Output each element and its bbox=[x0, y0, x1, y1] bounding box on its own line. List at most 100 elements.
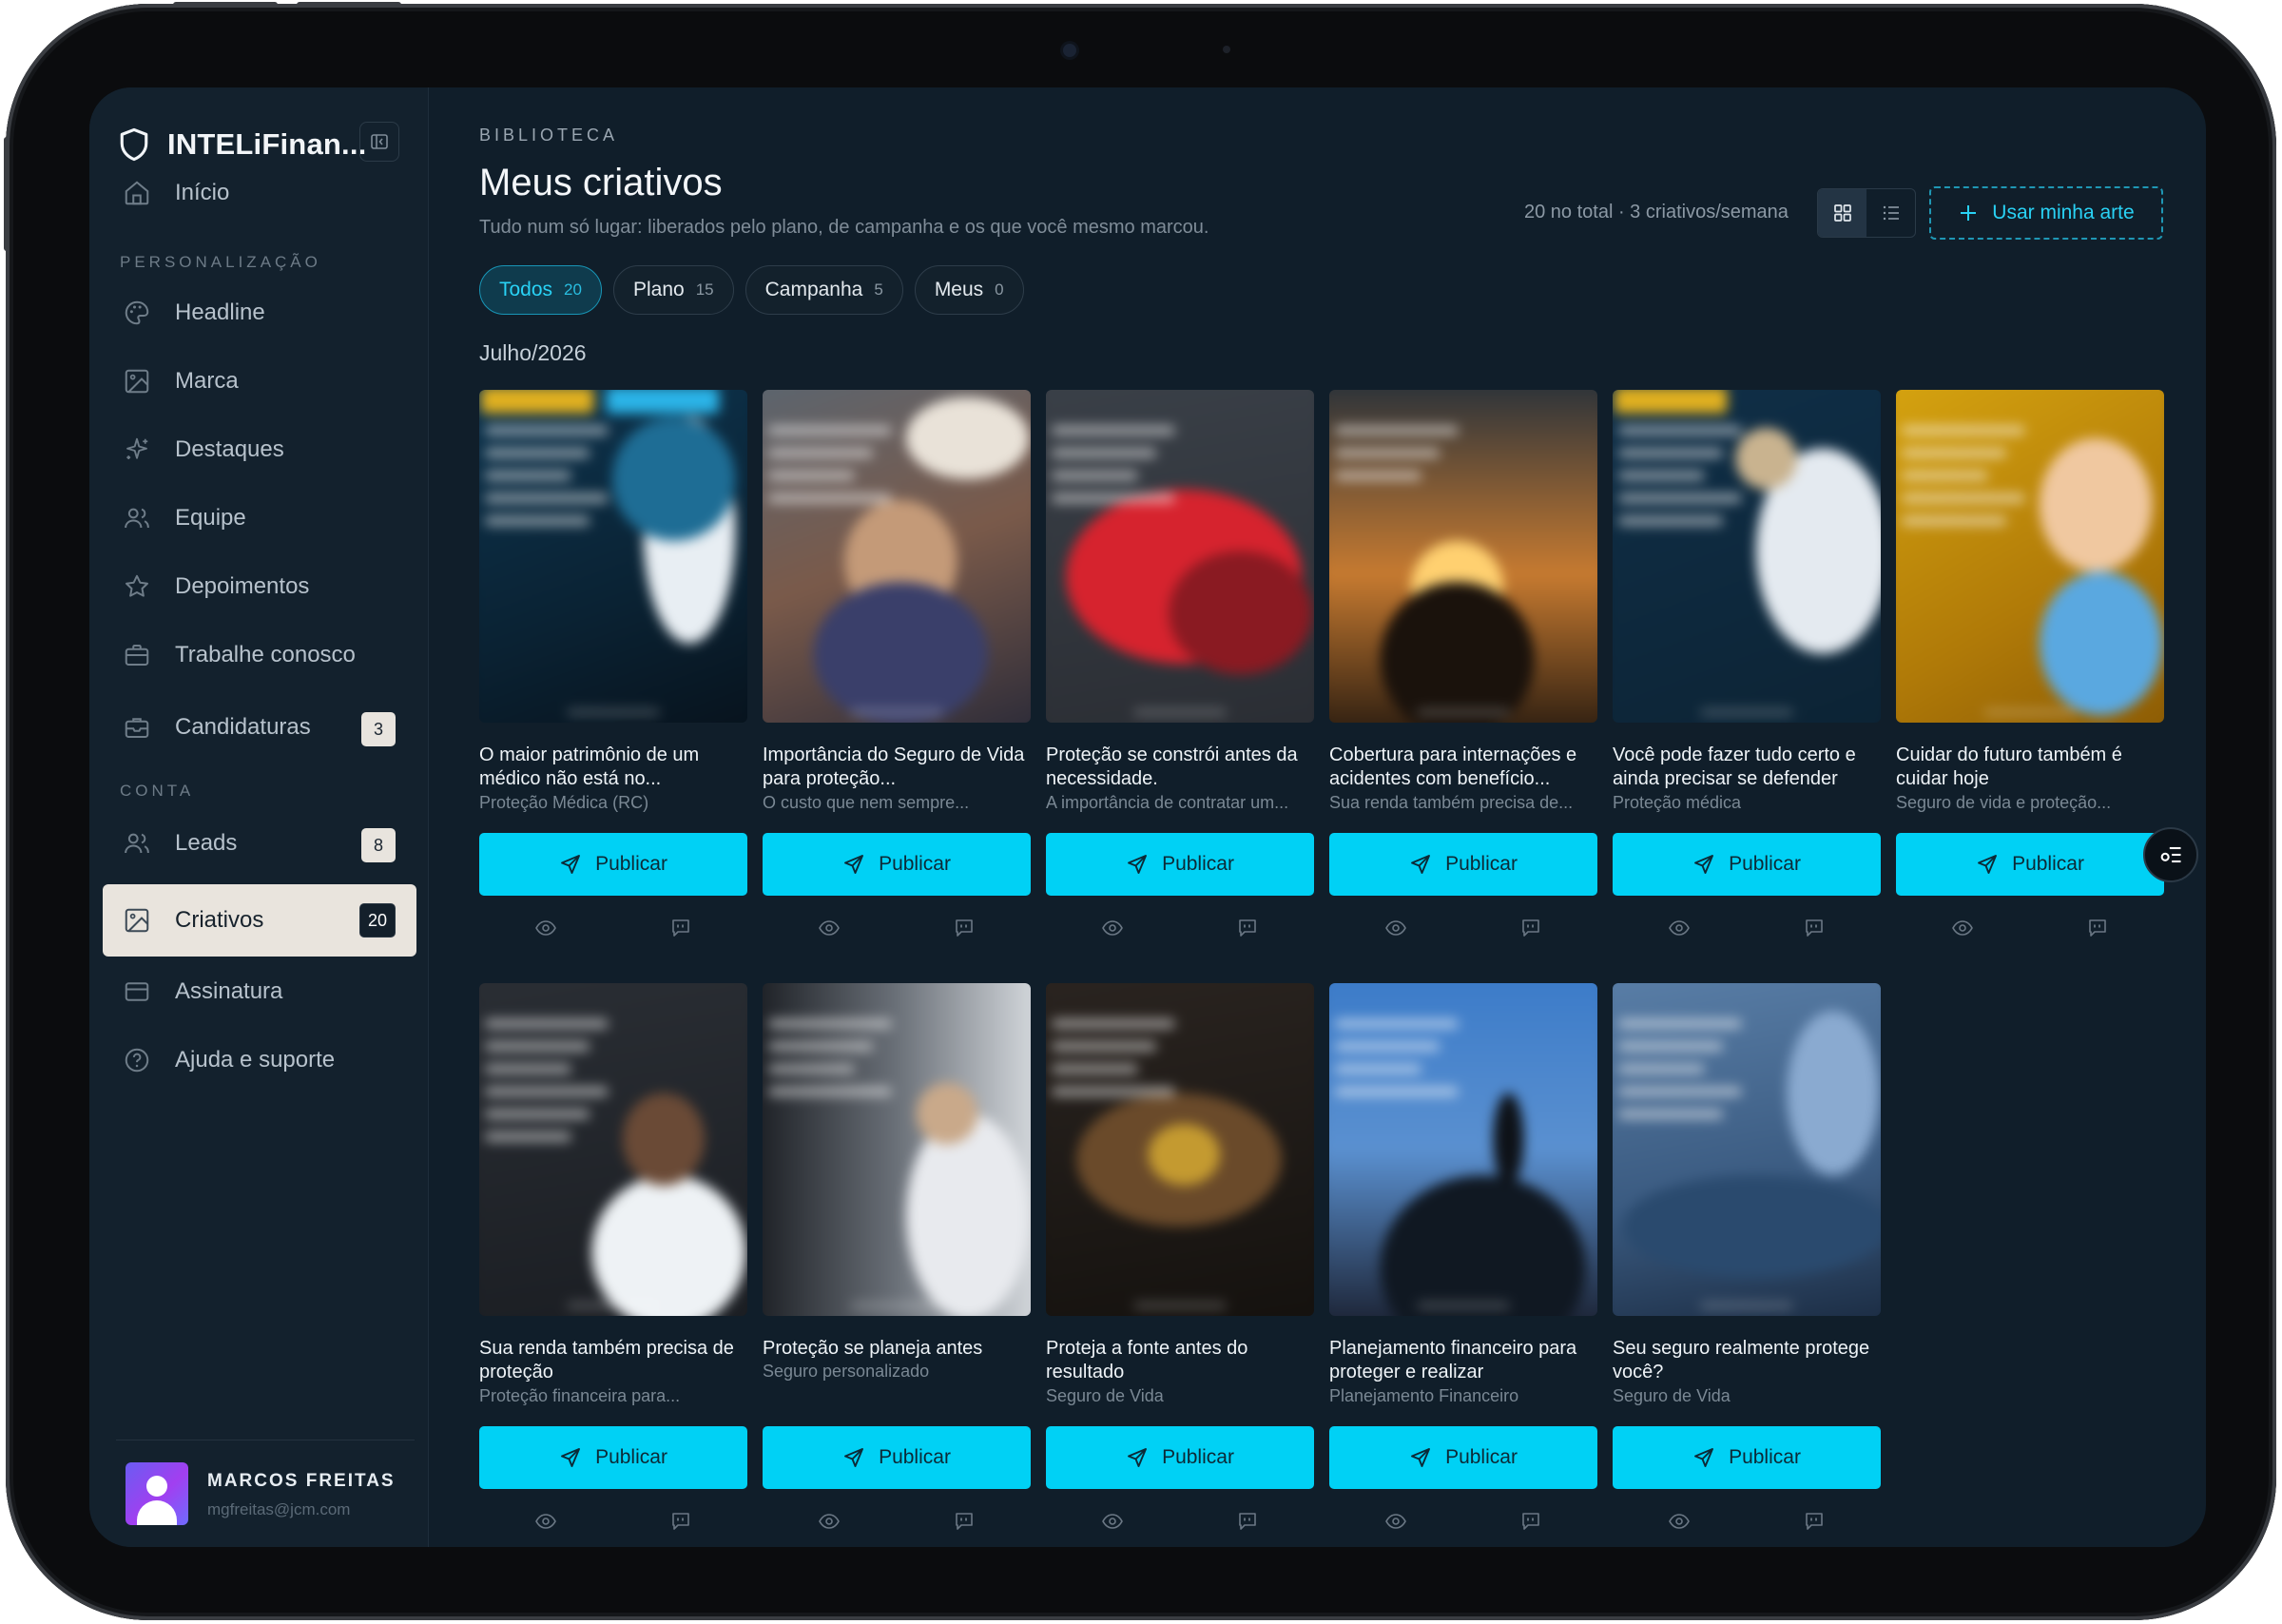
creative-thumbnail[interactable] bbox=[763, 390, 1031, 723]
creative-subtitle: A importância de contratar um... bbox=[1046, 793, 1289, 812]
publish-button[interactable]: Publicar bbox=[1613, 833, 1881, 896]
sidebar-item-leads[interactable]: Leads 8 bbox=[103, 812, 416, 875]
sidebar-item-criativos[interactable]: Criativos 20 bbox=[103, 884, 416, 957]
sidebar-item-label: Criativos bbox=[175, 907, 264, 933]
filter-chip-meus[interactable]: Meus 0 bbox=[914, 265, 1024, 315]
caption-button[interactable] bbox=[1234, 1508, 1261, 1535]
card-actions bbox=[1046, 911, 1314, 945]
eye-icon bbox=[1669, 1514, 1690, 1529]
publish-button[interactable]: Publicar bbox=[479, 1426, 747, 1489]
message-quote-icon bbox=[956, 919, 973, 937]
creative-thumbnail[interactable] bbox=[479, 390, 747, 723]
filter-chip-campanha[interactable]: Campanha 5 bbox=[745, 265, 903, 315]
sidebar-item-equipe[interactable]: Equipe bbox=[103, 487, 416, 550]
creative-subtitle: Proteção Médica (RC) bbox=[479, 793, 649, 812]
caption-button[interactable] bbox=[1518, 1508, 1544, 1535]
send-icon bbox=[1411, 1448, 1431, 1467]
filter-chip-plano[interactable]: Plano 15 bbox=[612, 265, 734, 315]
creative-title: Planejamento financeiro para proteger e … bbox=[1329, 1338, 1577, 1382]
creative-thumbnail[interactable] bbox=[1046, 983, 1314, 1316]
filter-chip-todos[interactable]: Todos 20 bbox=[479, 265, 602, 315]
creative-thumbnail[interactable] bbox=[1329, 983, 1597, 1316]
caption-button[interactable] bbox=[1234, 915, 1261, 941]
eye-icon bbox=[535, 1514, 556, 1529]
creative-thumbnail[interactable] bbox=[763, 983, 1031, 1316]
main-content: BIBLIOTECA Meus criativos Tudo num só lu… bbox=[429, 87, 2206, 1547]
publish-button[interactable]: Publicar bbox=[1329, 833, 1597, 896]
home-icon bbox=[122, 178, 152, 208]
volume-button bbox=[297, 2, 401, 8]
creative-thumbnail[interactable] bbox=[1896, 390, 2164, 723]
caption-button[interactable] bbox=[2084, 915, 2111, 941]
creative-thumbnail[interactable] bbox=[1613, 983, 1881, 1316]
preview-button[interactable] bbox=[532, 915, 559, 941]
image-icon bbox=[122, 366, 152, 396]
sidebar-item-destaques[interactable]: Destaques bbox=[103, 418, 416, 481]
sidebar-item-ajuda-e-suporte[interactable]: Ajuda e suporte bbox=[103, 1029, 416, 1092]
publish-button[interactable]: Publicar bbox=[1046, 1426, 1314, 1489]
card-actions bbox=[479, 911, 747, 945]
view-toggle bbox=[1817, 188, 1916, 238]
preview-button[interactable] bbox=[816, 1508, 842, 1535]
preview-button[interactable] bbox=[1666, 1508, 1692, 1535]
publish-label: Publicar bbox=[2012, 853, 2084, 875]
grid-view-button[interactable] bbox=[1818, 189, 1866, 237]
caption-button[interactable] bbox=[951, 915, 977, 941]
send-icon bbox=[1694, 855, 1714, 874]
caption-button[interactable] bbox=[667, 915, 694, 941]
sidebar-item-trabalhe-conosco[interactable]: Trabalhe conosco bbox=[103, 624, 416, 686]
filter-settings-button[interactable] bbox=[2143, 827, 2198, 882]
creative-thumbnail[interactable] bbox=[1329, 390, 1597, 723]
caption-button[interactable] bbox=[951, 1508, 977, 1535]
palette-icon bbox=[122, 298, 152, 328]
eye-icon bbox=[819, 1514, 840, 1529]
eye-icon bbox=[1102, 920, 1123, 936]
creative-thumbnail[interactable] bbox=[1046, 390, 1314, 723]
preview-button[interactable] bbox=[1666, 915, 1692, 941]
section-label-personalizacao: PERSONALIZAÇÃO bbox=[120, 253, 321, 271]
star-icon bbox=[122, 571, 152, 602]
creative-title: O maior patrimônio de um médico não está… bbox=[479, 744, 700, 789]
use-my-art-button[interactable]: Usar minha arte bbox=[1929, 186, 2163, 240]
sidebar-item-headline[interactable]: Headline bbox=[103, 281, 416, 344]
publish-button[interactable]: Publicar bbox=[1896, 833, 2164, 896]
creative-subtitle: Proteção financeira para... bbox=[479, 1386, 681, 1405]
caption-button[interactable] bbox=[1518, 915, 1544, 941]
caption-button[interactable] bbox=[1801, 915, 1828, 941]
message-quote-icon bbox=[1522, 1513, 1539, 1530]
sidebar-collapse-button[interactable] bbox=[359, 122, 399, 162]
publish-button[interactable]: Publicar bbox=[1046, 833, 1314, 896]
use-my-art-label: Usar minha arte bbox=[1992, 202, 2135, 223]
sidebar-item-candidaturas[interactable]: Candidaturas 3 bbox=[103, 696, 416, 759]
creative-thumbnail[interactable] bbox=[479, 983, 747, 1316]
publish-button[interactable]: Publicar bbox=[479, 833, 747, 896]
publish-button[interactable]: Publicar bbox=[763, 833, 1031, 896]
sidebar-item-assinatura[interactable]: Assinatura bbox=[103, 960, 416, 1023]
sidebar-item-marca[interactable]: Marca bbox=[103, 350, 416, 413]
user-email: mgfreitas@jcm.com bbox=[207, 1500, 351, 1518]
preview-button[interactable] bbox=[816, 915, 842, 941]
eye-icon bbox=[1385, 1514, 1406, 1529]
list-view-button[interactable] bbox=[1866, 189, 1915, 237]
preview-button[interactable] bbox=[532, 1508, 559, 1535]
preview-button[interactable] bbox=[1949, 915, 1976, 941]
preview-button[interactable] bbox=[1099, 915, 1126, 941]
chip-count: 5 bbox=[874, 280, 883, 299]
sidebar-item-label: Assinatura bbox=[175, 978, 283, 1004]
send-icon bbox=[844, 1448, 864, 1467]
sidebar-item-label: Início bbox=[175, 180, 230, 205]
publish-button[interactable]: Publicar bbox=[1329, 1426, 1597, 1489]
sidebar-item-inicio[interactable]: Início bbox=[103, 162, 416, 224]
preview-button[interactable] bbox=[1383, 915, 1409, 941]
caption-button[interactable] bbox=[667, 1508, 694, 1535]
creative-title: Proteção se planeja antes bbox=[763, 1338, 983, 1359]
publish-button[interactable]: Publicar bbox=[1613, 1426, 1881, 1489]
creative-thumbnail[interactable] bbox=[1613, 390, 1881, 723]
caption-button[interactable] bbox=[1801, 1508, 1828, 1535]
avatar[interactable] bbox=[126, 1462, 188, 1525]
sidebar-item-depoimentos[interactable]: Depoimentos bbox=[103, 555, 416, 618]
creative-title: Seu seguro realmente protege você? bbox=[1613, 1338, 1870, 1382]
preview-button[interactable] bbox=[1383, 1508, 1409, 1535]
publish-button[interactable]: Publicar bbox=[763, 1426, 1031, 1489]
preview-button[interactable] bbox=[1099, 1508, 1126, 1535]
